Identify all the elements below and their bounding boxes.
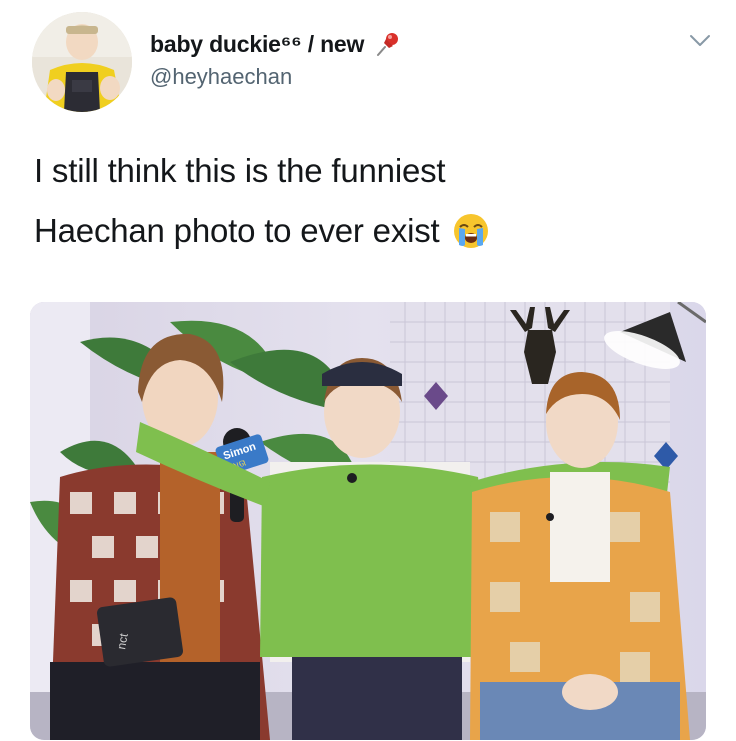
tweet-text-line-1: I still think this is the funniest: [34, 152, 446, 189]
display-name[interactable]: baby duckie⁶⁶ / new: [150, 31, 364, 58]
avatar[interactable]: [32, 12, 132, 112]
avatar-image: [32, 12, 132, 112]
tweet-photo[interactable]: nct Simon ଧତା: [30, 302, 706, 740]
pushpin-icon: [377, 33, 399, 56]
loudly-crying-face-icon: [453, 214, 488, 248]
tweet-text-line-2-text: Haechan photo to ever exist: [34, 212, 440, 249]
tweet-text-line-2: Haechan photo to ever exist: [34, 211, 490, 251]
author-name-row: baby duckie⁶⁶ / new: [150, 30, 402, 58]
author-handle[interactable]: @heyhaechan: [150, 64, 292, 90]
photo-scene: nct Simon ଧତା: [30, 302, 706, 740]
folder-label: nct: [114, 632, 131, 651]
chevron-down-icon[interactable]: [688, 30, 712, 50]
